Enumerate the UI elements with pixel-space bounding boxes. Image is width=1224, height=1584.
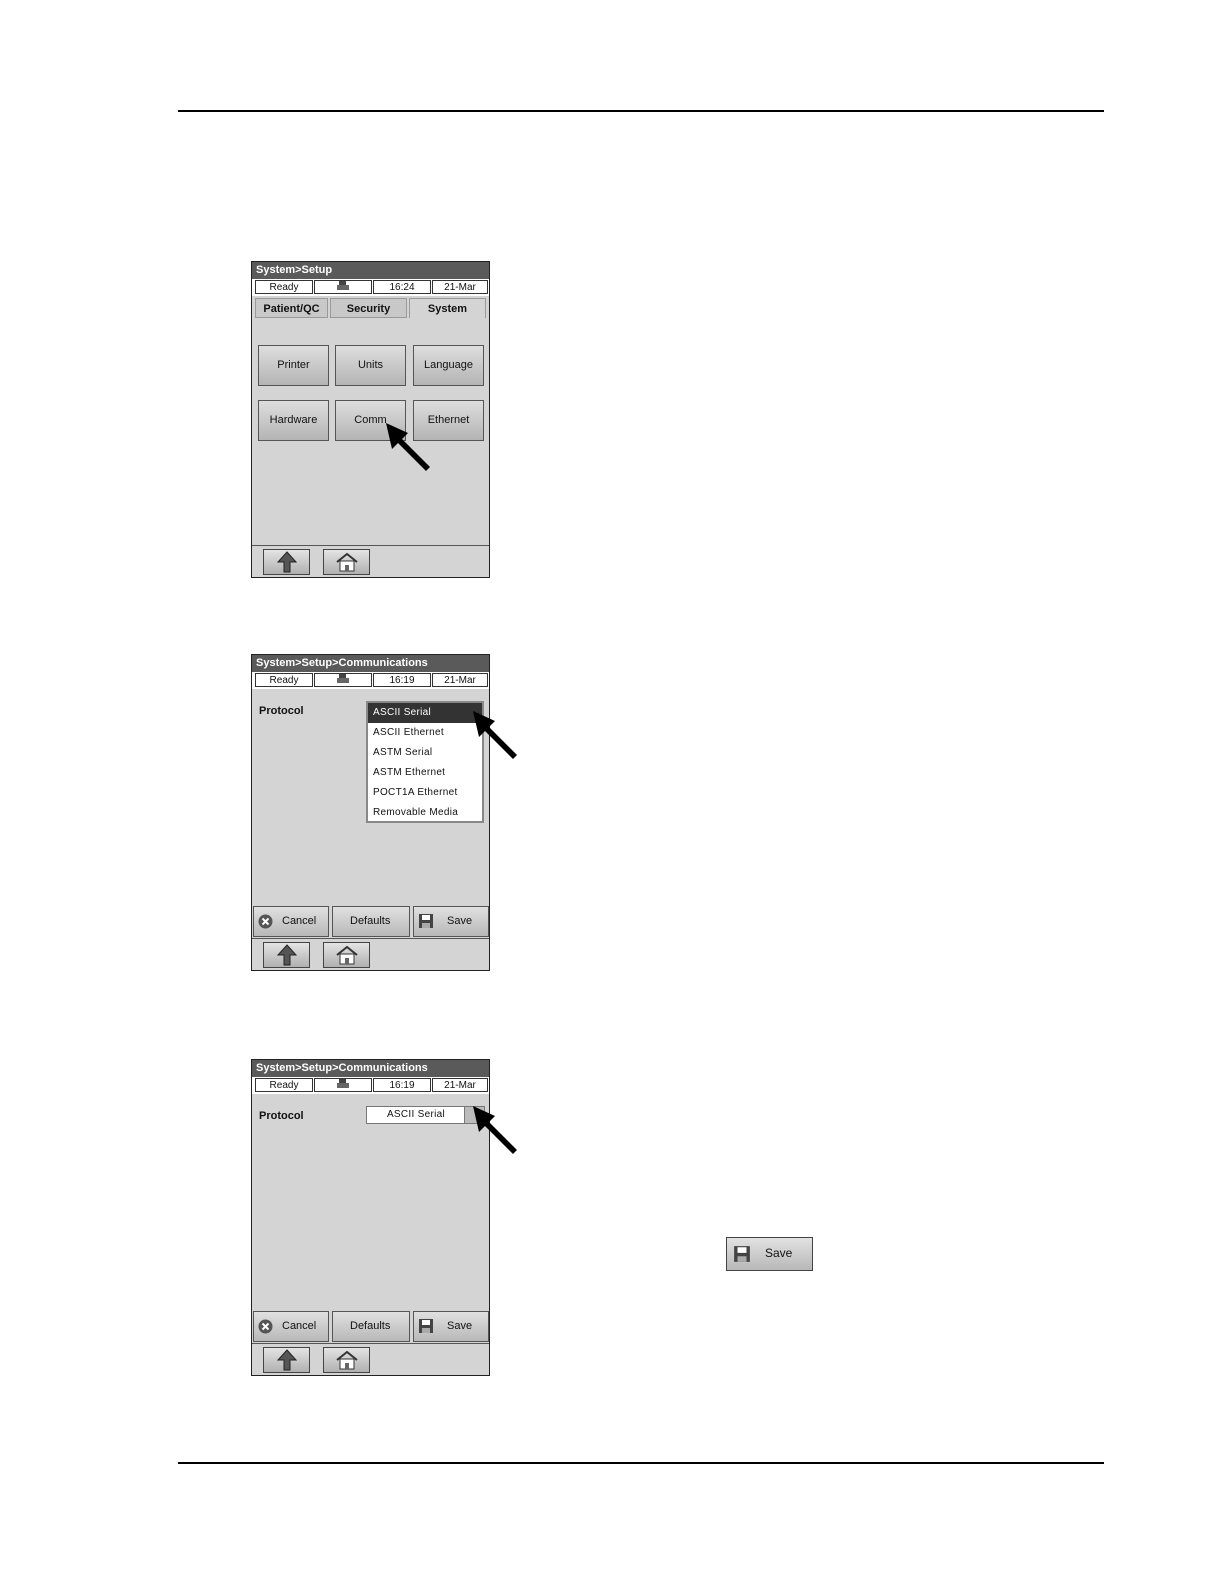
option-astm-serial[interactable]: ASTM Serial xyxy=(368,743,482,763)
defaults-label: Defaults xyxy=(350,915,391,927)
communications-screen-dropdown: System>Setup>Communications Ready 16:19 … xyxy=(251,654,490,971)
option-poct1a-ethernet[interactable]: POCT1A Ethernet xyxy=(368,783,482,803)
up-button[interactable] xyxy=(263,1347,310,1373)
option-ascii-ethernet[interactable]: ASCII Ethernet xyxy=(368,723,482,743)
option-removable-media[interactable]: Removable Media xyxy=(368,803,482,823)
top-rule xyxy=(178,110,1104,112)
save-label: Save xyxy=(765,1246,793,1260)
screen-title: System>Setup>Communications xyxy=(252,1060,489,1077)
protocol-label: Protocol xyxy=(259,705,304,717)
pointer-arrow-icon xyxy=(473,711,517,759)
option-astm-ethernet[interactable]: ASTM Ethernet xyxy=(368,763,482,783)
cancel-x-icon xyxy=(258,914,273,929)
save-button[interactable]: Save xyxy=(413,1311,489,1342)
cancel-label: Cancel xyxy=(282,915,317,927)
defaults-button[interactable]: Defaults xyxy=(332,906,410,937)
save-disk-icon xyxy=(734,1246,750,1262)
cancel-button[interactable]: Cancel xyxy=(253,1311,329,1342)
save-button-illustration: Save xyxy=(726,1237,813,1271)
cancel-button[interactable]: Cancel xyxy=(253,906,329,937)
tab-patient-qc[interactable]: Patient/QC xyxy=(255,298,328,318)
printer-status-icon xyxy=(314,280,372,294)
pointer-arrow-icon xyxy=(386,423,430,471)
home-icon xyxy=(335,552,358,572)
protocol-label: Protocol xyxy=(259,1110,304,1122)
printer-button[interactable]: Printer xyxy=(258,345,329,386)
screen-title: System>Setup>Communications xyxy=(252,655,489,672)
save-label: Save xyxy=(447,915,473,927)
tab-security[interactable]: Security xyxy=(330,298,407,318)
units-button[interactable]: Units xyxy=(335,345,406,386)
home-icon xyxy=(335,1350,358,1370)
tab-system[interactable]: System xyxy=(409,298,486,318)
screen-title: System>Setup xyxy=(252,262,489,279)
save-disk-icon xyxy=(419,1319,433,1333)
nav-bar xyxy=(252,1343,489,1375)
home-icon xyxy=(335,945,358,965)
cancel-label: Cancel xyxy=(282,1320,317,1332)
home-button[interactable] xyxy=(323,549,370,575)
status-ready: Ready xyxy=(255,673,313,687)
tab-bar: Patient/QC Security System xyxy=(252,296,489,318)
hardware-button[interactable]: Hardware xyxy=(258,400,329,441)
pointer-arrow-icon xyxy=(473,1106,517,1154)
nav-bar xyxy=(252,545,489,577)
protocol-value: ASCII Serial xyxy=(386,1109,446,1120)
cancel-x-icon xyxy=(258,1319,273,1334)
up-button[interactable] xyxy=(263,942,310,968)
up-arrow-icon xyxy=(276,944,297,966)
status-date: 21-Mar xyxy=(432,1078,488,1092)
save-button[interactable]: Save xyxy=(413,906,489,937)
nav-bar xyxy=(252,938,489,970)
status-bar: Ready 16:24 21-Mar xyxy=(252,279,489,296)
defaults-label: Defaults xyxy=(350,1320,391,1332)
home-button[interactable] xyxy=(323,942,370,968)
setup-screen: System>Setup Ready 16:24 21-Mar Patient/… xyxy=(251,261,490,578)
action-bar: Cancel Defaults Save xyxy=(252,906,489,939)
home-button[interactable] xyxy=(323,1347,370,1373)
protocol-dropdown-list[interactable]: ASCII Serial ASCII Ethernet ASTM Serial … xyxy=(366,701,484,823)
printer-status-icon xyxy=(314,673,372,687)
up-arrow-icon xyxy=(276,551,297,573)
language-button[interactable]: Language xyxy=(413,345,484,386)
status-date: 21-Mar xyxy=(432,280,488,294)
save-disk-icon xyxy=(419,914,433,928)
status-bar: Ready 16:19 21-Mar xyxy=(252,1077,489,1094)
defaults-button[interactable]: Defaults xyxy=(332,1311,410,1342)
bottom-rule xyxy=(178,1462,1104,1464)
status-time: 16:24 xyxy=(373,280,431,294)
printer-status-icon xyxy=(314,1078,372,1092)
up-arrow-icon xyxy=(276,1349,297,1371)
status-ready: Ready xyxy=(255,280,313,294)
status-time: 16:19 xyxy=(373,1078,431,1092)
protocol-select[interactable]: ASCII Serial xyxy=(366,1106,485,1124)
action-bar: Cancel Defaults Save xyxy=(252,1311,489,1344)
status-time: 16:19 xyxy=(373,673,431,687)
up-button[interactable] xyxy=(263,549,310,575)
communications-screen: System>Setup>Communications Ready 16:19 … xyxy=(251,1059,490,1376)
status-ready: Ready xyxy=(255,1078,313,1092)
save-label: Save xyxy=(447,1320,473,1332)
status-bar: Ready 16:19 21-Mar xyxy=(252,672,489,689)
option-ascii-serial[interactable]: ASCII Serial xyxy=(368,703,482,723)
status-date: 21-Mar xyxy=(432,673,488,687)
